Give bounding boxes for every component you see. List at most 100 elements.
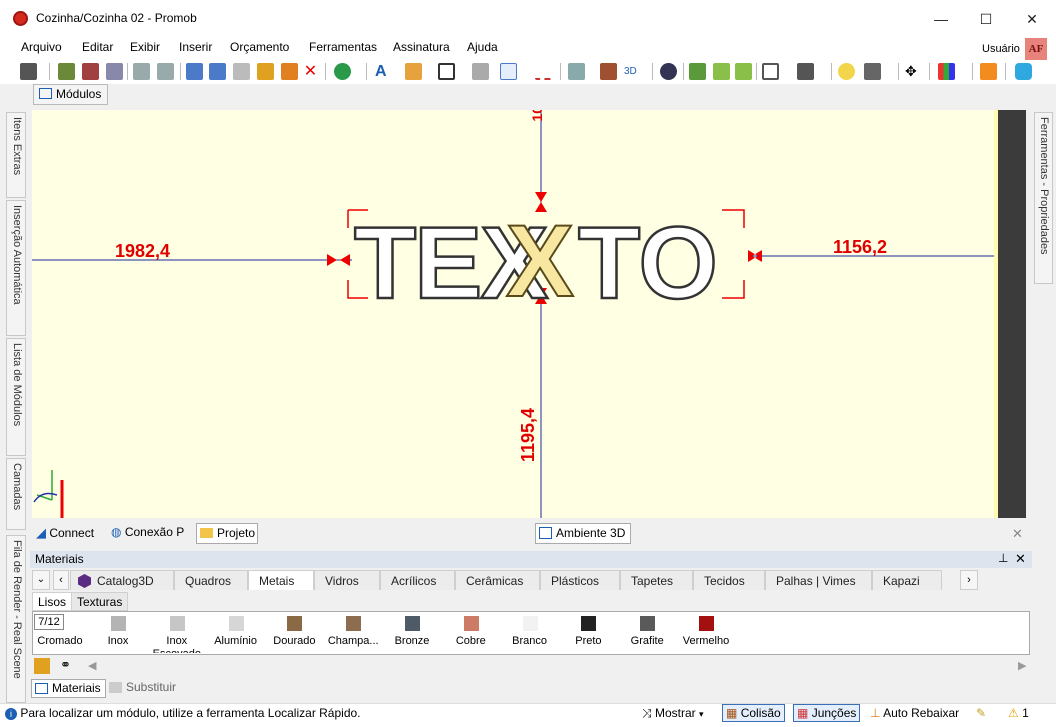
text-tool-icon[interactable]: A: [375, 63, 392, 80]
material-swatch[interactable]: [228, 616, 244, 631]
material-label[interactable]: Branco: [500, 635, 560, 651]
tab-projeto[interactable]: Projeto: [196, 523, 258, 544]
tab-scroll-left-icon[interactable]: ‹: [53, 570, 69, 590]
material-label[interactable]: Alumínio: [206, 635, 266, 651]
color-palette-icon[interactable]: [938, 63, 955, 80]
close-dock-icon[interactable]: ✕: [1012, 526, 1023, 542]
menu-editar[interactable]: Editar: [82, 40, 113, 54]
side-tab-lista-de-modulos[interactable]: Lista de Módulos: [6, 338, 26, 456]
print-icon[interactable]: [58, 63, 75, 80]
tab-metais[interactable]: Metais: [248, 570, 314, 590]
scroll-right-icon[interactable]: ▶: [1018, 659, 1026, 672]
eye-icon[interactable]: [660, 63, 677, 80]
side-tab-camadas[interactable]: Camadas: [6, 458, 26, 530]
material-swatch[interactable]: [581, 616, 597, 631]
door-icon[interactable]: [600, 63, 617, 80]
maximize-button[interactable]: ☐: [963, 4, 1009, 34]
material-label[interactable]: Inox Escovado: [147, 635, 207, 653]
tab-catalog3d[interactable]: Catalog3D: [70, 570, 174, 590]
measure-icon[interactable]: [535, 63, 552, 80]
side-tab-fila-de-render[interactable]: Fila de Render - Real Scene: [6, 535, 26, 703]
brush-icon[interactable]: [257, 63, 274, 80]
tab-ceramicas[interactable]: Cerâmicas: [455, 570, 540, 590]
cube-icon[interactable]: [797, 63, 814, 80]
undo-icon[interactable]: [133, 63, 150, 80]
menu-arquivo[interactable]: Arquivo: [21, 40, 62, 54]
rotate-icon[interactable]: [689, 63, 706, 80]
pin-icon[interactable]: ⊥: [998, 551, 1008, 565]
select-cursor-icon[interactable]: [500, 63, 517, 80]
material-label[interactable]: Vermelho: [676, 635, 736, 651]
save-icon[interactable]: [20, 63, 37, 80]
scroll-left-icon[interactable]: ◀: [88, 659, 96, 672]
tab-kapazi[interactable]: Kapazi: [872, 570, 942, 590]
side-tab-insercao-automatica[interactable]: Inserção Automática: [6, 200, 26, 336]
material-label[interactable]: Inox: [88, 635, 148, 651]
layers-icon[interactable]: [568, 63, 585, 80]
arrow-right-icon[interactable]: [735, 63, 752, 80]
copy-icon[interactable]: [209, 63, 226, 80]
redo-icon[interactable]: [157, 63, 174, 80]
search-material-icon[interactable]: [34, 658, 50, 674]
wall-object[interactable]: [994, 110, 1026, 518]
close-button[interactable]: ✕: [1009, 4, 1055, 34]
user-avatar[interactable]: AF: [1025, 38, 1047, 60]
horizontal-scrollbar[interactable]: ⚭ ◀ ▶: [32, 657, 1030, 677]
material-label[interactable]: Cromado: [30, 635, 90, 651]
user-profile-icon[interactable]: [980, 63, 997, 80]
panel-icon[interactable]: [472, 63, 489, 80]
side-tab-ferramentas-propriedades[interactable]: Ferramentas - Propriedades: [1034, 112, 1053, 284]
view-frame-icon[interactable]: [762, 63, 779, 80]
tab-tapetes[interactable]: Tapetes: [620, 570, 693, 590]
menu-inserir[interactable]: Inserir: [179, 40, 212, 54]
camera-icon[interactable]: [864, 63, 881, 80]
menu-assinatura[interactable]: Assinatura: [393, 40, 450, 54]
menu-ferramentas[interactable]: Ferramentas: [309, 40, 377, 54]
close-panel-icon[interactable]: ✕: [1015, 551, 1026, 567]
material-swatch[interactable]: [169, 616, 185, 631]
bottom-tab-substituir[interactable]: Substituir: [106, 679, 180, 698]
tab-vidros[interactable]: Vidros: [314, 570, 380, 590]
delete-icon[interactable]: ✕: [302, 63, 319, 80]
menu-exibir[interactable]: Exibir: [130, 40, 160, 54]
budget-icon[interactable]: [334, 63, 351, 80]
minimize-button[interactable]: —: [918, 4, 964, 34]
side-tab-itens-extras[interactable]: Itens Extras: [6, 112, 26, 198]
material-label[interactable]: Cobre: [441, 635, 501, 651]
mostrar-dropdown[interactable]: ⤨ Mostrar ▾: [642, 706, 704, 721]
tab-acrilicos[interactable]: Acrílicos: [380, 570, 455, 590]
tab-scroll-down-icon[interactable]: ⌄: [32, 570, 50, 590]
menu-orcamento[interactable]: Orçamento: [230, 40, 289, 54]
material-swatch[interactable]: [463, 616, 479, 631]
tab-palhas-vimes[interactable]: Palhas | Vimes: [765, 570, 872, 590]
material-swatch[interactable]: [522, 616, 538, 631]
tab-conexao-p[interactable]: ◍ Conexão P: [111, 523, 184, 544]
menu-ajuda[interactable]: Ajuda: [467, 40, 498, 54]
material-label[interactable]: Dourado: [264, 635, 324, 651]
material-swatch[interactable]: [346, 616, 362, 631]
subtab-lisos[interactable]: Lisos: [32, 592, 73, 611]
paste-icon[interactable]: [233, 63, 250, 80]
material-label[interactable]: Preto: [558, 635, 618, 651]
tab-scroll-right-icon[interactable]: ›: [960, 570, 978, 590]
material-swatch[interactable]: [405, 616, 420, 631]
print-preview-icon[interactable]: [82, 63, 99, 80]
material-swatch[interactable]: [699, 616, 714, 631]
auto-rebaixar-toggle[interactable]: ⊥ Auto Rebaixar: [870, 706, 959, 720]
tab-plasticos[interactable]: Plásticos: [540, 570, 620, 590]
view-3d-icon[interactable]: 3D: [624, 63, 641, 80]
arrow-left-icon[interactable]: [713, 63, 730, 80]
tab-quadros[interactable]: Quadros: [174, 570, 248, 590]
user-label[interactable]: Usuário: [982, 43, 1020, 55]
material-label[interactable]: Champa...: [323, 635, 383, 651]
module-group-icon[interactable]: [405, 63, 422, 80]
juncoes-toggle[interactable]: ▦ Junções: [793, 704, 861, 722]
warnings-indicator[interactable]: ⚠ 1: [1008, 706, 1029, 720]
move-icon[interactable]: ✥: [905, 63, 922, 80]
material-swatch[interactable]: [111, 616, 126, 631]
tab-tecidos[interactable]: Tecidos: [693, 570, 765, 590]
hammer-icon[interactable]: [281, 63, 298, 80]
material-swatch[interactable]: [640, 616, 656, 631]
colisao-toggle[interactable]: ▦ Colisão: [722, 704, 785, 722]
material-label[interactable]: Bronze: [382, 635, 442, 651]
